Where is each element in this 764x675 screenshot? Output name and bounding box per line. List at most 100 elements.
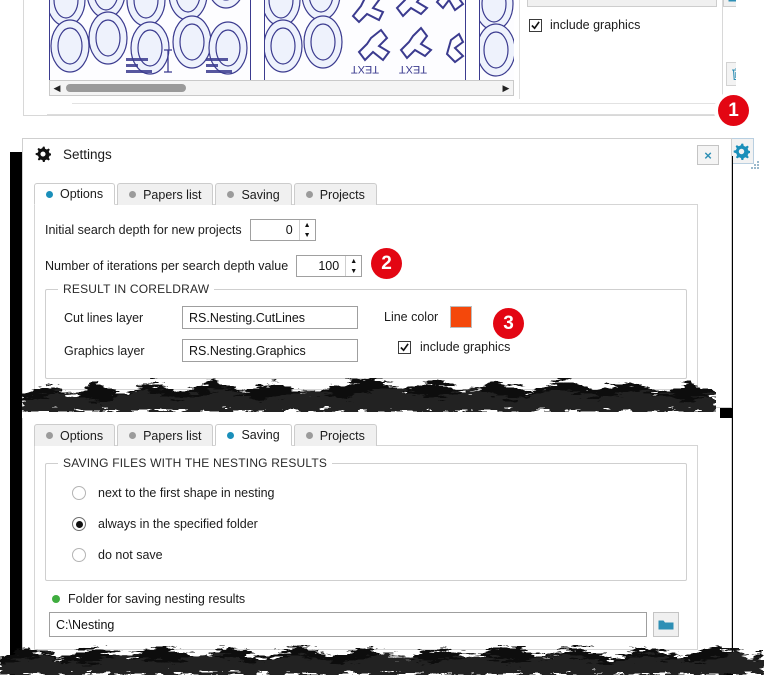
check-icon xyxy=(531,20,540,29)
settings-tabs-saving: Options Papers list Saving Projects xyxy=(34,424,377,446)
tab-options[interactable]: Options xyxy=(34,183,116,205)
stepper-down-icon[interactable]: ▼ xyxy=(300,230,315,240)
close-button[interactable]: × xyxy=(697,145,719,165)
settings-tabs: Options Papers list Saving Projects xyxy=(34,183,377,205)
options-tab-panel: Initial search depth for new projects 0 … xyxy=(34,204,698,390)
tab-papers-list[interactable]: Papers list xyxy=(117,183,214,205)
saving-group-title: SAVING FILES WITH THE NESTING RESULTS xyxy=(58,456,333,470)
tab-label: Projects xyxy=(319,187,365,202)
tab-status-dot xyxy=(227,431,235,439)
save-option-row[interactable]: always in the specified folder xyxy=(72,517,258,531)
settings-title-bar: Settings xyxy=(23,139,731,169)
include-graphics-checkbox[interactable] xyxy=(398,340,411,354)
saving-tab-panel: SAVING FILES WITH THE NESTING RESULTS ne… xyxy=(34,445,698,650)
callout-badge-2: 2 xyxy=(371,248,402,279)
iterations-row: Number of iterations per search depth va… xyxy=(45,255,363,277)
stepper-buttons[interactable]: ▲ ▼ xyxy=(345,256,361,276)
radio-do-not-save[interactable] xyxy=(72,548,86,562)
tab-status-dot xyxy=(305,191,313,198)
tab-status-dot xyxy=(46,190,53,198)
stepper-up-icon[interactable]: ▲ xyxy=(346,256,361,266)
delete-button[interactable] xyxy=(726,62,736,86)
tab-label: Saving xyxy=(241,428,280,442)
cut-lines-row: Cut lines layer RS.Nesting.CutLines xyxy=(64,306,358,329)
open-folder-icon xyxy=(658,620,674,630)
render-cdr-label: Render CDR xyxy=(550,0,698,3)
settings-title: Settings xyxy=(63,146,112,162)
tab-label: Saving xyxy=(241,187,280,202)
tab-status-dot xyxy=(46,432,53,439)
svg-text:TEXT: TEXT xyxy=(351,63,379,75)
callout-badge-1: 1 xyxy=(718,95,749,126)
stepper-up-icon[interactable]: ▲ xyxy=(300,220,315,230)
app-top-panel: TEXT TEXT ◀ ▶ include graphics xyxy=(23,0,736,116)
include-graphics-row[interactable]: include graphics xyxy=(398,340,510,354)
nesting-thumbnail[interactable] xyxy=(49,0,251,81)
tab-saving-2[interactable]: Saving xyxy=(215,424,292,446)
preview-horizontal-scrollbar[interactable]: ◀ ▶ xyxy=(49,80,514,96)
browse-folder-button[interactable] xyxy=(653,612,679,637)
radio-always-specified-folder[interactable] xyxy=(72,517,86,531)
initial-depth-value: 0 xyxy=(285,223,293,237)
nesting-thumbnail[interactable]: TEXT TEXT xyxy=(264,0,466,81)
trash-icon xyxy=(732,67,736,81)
tab-label: Projects xyxy=(319,428,365,443)
tab-label: Papers list xyxy=(143,187,202,202)
graphics-layer-input[interactable]: RS.Nesting.Graphics xyxy=(182,339,358,362)
save-option-label: always in the specified folder xyxy=(98,517,258,531)
divider xyxy=(72,103,724,104)
tab-options-2[interactable]: Options xyxy=(34,424,116,446)
graphics-layer-label: Graphics layer xyxy=(64,343,145,358)
save-option-label: do not save xyxy=(98,548,163,562)
tab-status-dot xyxy=(227,191,235,198)
cut-lines-label: Cut lines layer xyxy=(64,310,144,325)
window-frame-left xyxy=(10,152,22,675)
line-color-swatch[interactable] xyxy=(450,306,473,328)
scroll-left-arrow-icon[interactable]: ◀ xyxy=(50,81,64,95)
open-folder-button[interactable] xyxy=(723,0,736,7)
include-graphics-row-top[interactable]: include graphics xyxy=(529,18,640,32)
iterations-label: Number of iterations per search depth va… xyxy=(45,259,289,273)
svg-text:TEXT: TEXT xyxy=(399,63,427,75)
open-folder-icon xyxy=(728,0,736,1)
iterations-value: 100 xyxy=(318,259,340,273)
stepper-buttons[interactable]: ▲ ▼ xyxy=(298,220,315,240)
save-option-label: next to the first shape in nesting xyxy=(98,486,275,500)
graphics-layer-row: Graphics layer RS.Nesting.Graphics xyxy=(64,339,358,362)
tab-projects[interactable]: Projects xyxy=(293,183,377,205)
tab-saving[interactable]: Saving xyxy=(215,183,292,205)
tab-status-dot xyxy=(129,432,137,439)
result-group-title: RESULT IN CORELDRAW xyxy=(58,282,215,296)
include-graphics-checkbox-top[interactable] xyxy=(529,18,542,32)
stepper-down-icon[interactable]: ▼ xyxy=(346,266,361,276)
tab-label: Options xyxy=(60,187,104,201)
line-color-row: Line color xyxy=(384,306,473,328)
panel-divider xyxy=(519,0,520,99)
save-option-row[interactable]: next to the first shape in nesting xyxy=(72,486,275,500)
initial-depth-row: Initial search depth for new projects 0 … xyxy=(45,219,316,241)
nesting-thumbnail[interactable] xyxy=(479,0,514,81)
status-dot-green xyxy=(52,595,60,603)
settings-gear-icon xyxy=(35,146,51,162)
tab-status-dot xyxy=(305,432,313,439)
nesting-app-window: TEXT TEXT ◀ ▶ include graphics xyxy=(0,0,736,128)
tab-papers-list-2[interactable]: Papers list xyxy=(117,424,214,446)
scroll-right-arrow-icon[interactable]: ▶ xyxy=(499,81,513,95)
folder-path-input[interactable]: C:\Nesting xyxy=(49,612,647,637)
save-option-row[interactable]: do not save xyxy=(72,548,163,562)
tab-label: Options xyxy=(60,428,104,443)
iterations-stepper[interactable]: 100 ▲ ▼ xyxy=(296,255,363,277)
folder-label: Folder for saving nesting results xyxy=(68,592,246,606)
tab-label: Papers list xyxy=(143,428,202,443)
folder-label-row: Folder for saving nesting results xyxy=(52,592,245,606)
resize-grip-icon xyxy=(751,161,759,169)
radio-next-to-first-shape[interactable] xyxy=(72,486,86,500)
render-cdr-button[interactable]: CDR Render CDR xyxy=(527,0,717,7)
cut-lines-input[interactable]: RS.Nesting.CutLines xyxy=(182,306,358,329)
initial-depth-stepper[interactable]: 0 ▲ ▼ xyxy=(249,219,316,241)
scrollbar-thumb[interactable] xyxy=(66,84,186,92)
folder-path-row: C:\Nesting xyxy=(49,612,679,637)
tab-projects-2[interactable]: Projects xyxy=(293,424,377,446)
check-icon xyxy=(400,342,409,351)
divider-bottom xyxy=(47,114,736,115)
